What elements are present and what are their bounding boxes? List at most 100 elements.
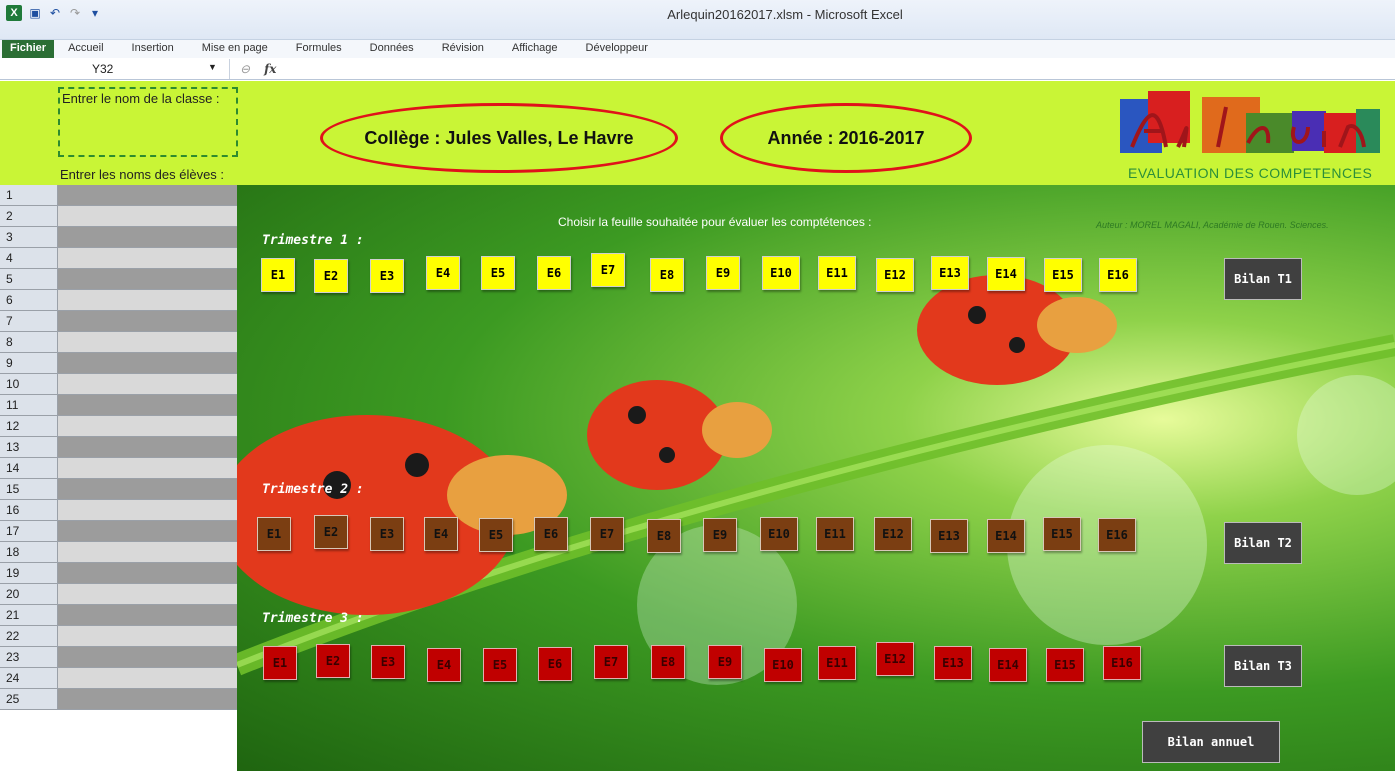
t2-e13-button[interactable]: E13 xyxy=(930,519,968,553)
student-name-cell[interactable] xyxy=(58,290,237,310)
t1-e10-button[interactable]: E10 xyxy=(762,256,800,290)
t1-e5-button[interactable]: E5 xyxy=(481,256,515,290)
row-header[interactable]: 22 xyxy=(0,626,58,646)
t1-e6-button[interactable]: E6 xyxy=(537,256,571,290)
student-name-cell[interactable] xyxy=(58,689,237,709)
formula-input[interactable] xyxy=(310,59,1395,79)
student-name-cell[interactable] xyxy=(58,332,237,352)
tab-affichage[interactable]: Affichage xyxy=(498,40,572,58)
t2-e6-button[interactable]: E6 xyxy=(534,517,568,551)
t3-e4-button[interactable]: E4 xyxy=(427,648,461,682)
row-header[interactable]: 1 xyxy=(0,185,58,205)
student-name-cell[interactable] xyxy=(58,353,237,373)
student-name-cell[interactable] xyxy=(58,248,237,268)
t1-e9-button[interactable]: E9 xyxy=(706,256,740,290)
t3-e6-button[interactable]: E6 xyxy=(538,647,572,681)
t1-e12-button[interactable]: E12 xyxy=(876,258,914,292)
t2-e3-button[interactable]: E3 xyxy=(370,517,404,551)
t3-e7-button[interactable]: E7 xyxy=(594,645,628,679)
student-name-cell[interactable] xyxy=(58,479,237,499)
row-header[interactable]: 9 xyxy=(0,353,58,373)
row-header[interactable]: 21 xyxy=(0,605,58,625)
student-name-cell[interactable] xyxy=(58,626,237,646)
bilan-t3-button[interactable]: Bilan T3 xyxy=(1224,645,1302,687)
chevron-down-icon[interactable]: ▼ xyxy=(208,62,217,72)
row-header[interactable]: 6 xyxy=(0,290,58,310)
row-header[interactable]: 16 xyxy=(0,500,58,520)
student-name-cell[interactable] xyxy=(58,521,237,541)
t2-e12-button[interactable]: E12 xyxy=(874,517,912,551)
t2-e10-button[interactable]: E10 xyxy=(760,517,798,551)
row-header[interactable]: 12 xyxy=(0,416,58,436)
t1-e11-button[interactable]: E11 xyxy=(818,256,856,290)
row-header[interactable]: 13 xyxy=(0,437,58,457)
t3-e1-button[interactable]: E1 xyxy=(263,646,297,680)
row-header[interactable]: 20 xyxy=(0,584,58,604)
tab-revision[interactable]: Révision xyxy=(428,40,498,58)
t3-e15-button[interactable]: E15 xyxy=(1046,648,1084,682)
student-name-cell[interactable] xyxy=(58,647,237,667)
tab-fichier[interactable]: Fichier xyxy=(2,40,55,58)
t1-e1-button[interactable]: E1 xyxy=(261,258,295,292)
t2-e15-button[interactable]: E15 xyxy=(1043,517,1081,551)
row-header[interactable]: 11 xyxy=(0,395,58,415)
tab-accueil[interactable]: Accueil xyxy=(54,40,117,58)
t2-e2-button[interactable]: E2 xyxy=(314,515,348,549)
t1-e4-button[interactable]: E4 xyxy=(426,256,460,290)
student-name-cell[interactable] xyxy=(58,584,237,604)
t1-e14-button[interactable]: E14 xyxy=(987,257,1025,291)
student-name-cell[interactable] xyxy=(58,374,237,394)
t3-e13-button[interactable]: E13 xyxy=(934,646,972,680)
t1-e2-button[interactable]: E2 xyxy=(314,259,348,293)
bilan-annuel-button[interactable]: Bilan annuel xyxy=(1142,721,1280,763)
tab-insertion[interactable]: Insertion xyxy=(118,40,188,58)
student-name-cell[interactable] xyxy=(58,227,237,247)
t1-e3-button[interactable]: E3 xyxy=(370,259,404,293)
t2-e8-button[interactable]: E8 xyxy=(647,519,681,553)
row-header[interactable]: 2 xyxy=(0,206,58,226)
t1-e7-button[interactable]: E7 xyxy=(591,253,625,287)
t2-e7-button[interactable]: E7 xyxy=(590,517,624,551)
fx-icon[interactable]: fx xyxy=(264,62,276,76)
t1-e13-button[interactable]: E13 xyxy=(931,256,969,290)
row-header[interactable]: 4 xyxy=(0,248,58,268)
student-name-cell[interactable] xyxy=(58,458,237,478)
bilan-t1-button[interactable]: Bilan T1 xyxy=(1224,258,1302,300)
t3-e10-button[interactable]: E10 xyxy=(764,648,802,682)
tab-formules[interactable]: Formules xyxy=(282,40,356,58)
t3-e2-button[interactable]: E2 xyxy=(316,644,350,678)
student-name-cell[interactable] xyxy=(58,605,237,625)
row-header[interactable]: 10 xyxy=(0,374,58,394)
tab-developpeur[interactable]: Développeur xyxy=(572,40,662,58)
row-header[interactable]: 23 xyxy=(0,647,58,667)
row-header[interactable]: 3 xyxy=(0,227,58,247)
t3-e12-button[interactable]: E12 xyxy=(876,642,914,676)
name-box[interactable]: Y32 ▼ xyxy=(0,58,230,79)
row-header[interactable]: 8 xyxy=(0,332,58,352)
row-header[interactable]: 18 xyxy=(0,542,58,562)
t1-e16-button[interactable]: E16 xyxy=(1099,258,1137,292)
row-header[interactable]: 17 xyxy=(0,521,58,541)
t3-e16-button[interactable]: E16 xyxy=(1103,646,1141,680)
student-name-cell[interactable] xyxy=(58,395,237,415)
t2-e9-button[interactable]: E9 xyxy=(703,518,737,552)
tab-donnees[interactable]: Données xyxy=(356,40,428,58)
t2-e1-button[interactable]: E1 xyxy=(257,517,291,551)
row-header[interactable]: 7 xyxy=(0,311,58,331)
t3-e3-button[interactable]: E3 xyxy=(371,645,405,679)
t3-e8-button[interactable]: E8 xyxy=(651,645,685,679)
row-header[interactable]: 19 xyxy=(0,563,58,583)
t3-e14-button[interactable]: E14 xyxy=(989,648,1027,682)
t3-e11-button[interactable]: E11 xyxy=(818,646,856,680)
row-header[interactable]: 25 xyxy=(0,689,58,709)
bilan-t2-button[interactable]: Bilan T2 xyxy=(1224,522,1302,564)
t1-e15-button[interactable]: E15 xyxy=(1044,258,1082,292)
t3-e5-button[interactable]: E5 xyxy=(483,648,517,682)
student-name-cell[interactable] xyxy=(58,206,237,226)
row-header[interactable]: 24 xyxy=(0,668,58,688)
t3-e9-button[interactable]: E9 xyxy=(708,645,742,679)
t2-e5-button[interactable]: E5 xyxy=(479,518,513,552)
student-name-cell[interactable] xyxy=(58,269,237,289)
t1-e8-button[interactable]: E8 xyxy=(650,258,684,292)
student-name-cell[interactable] xyxy=(58,542,237,562)
